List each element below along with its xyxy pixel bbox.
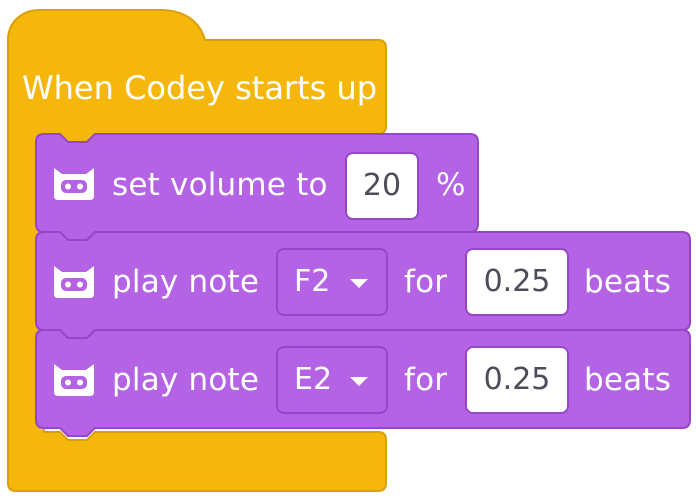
beats-value-input[interactable]: 0.25	[465, 346, 569, 414]
volume-percent-label: %	[436, 167, 466, 203]
for-label: for	[404, 264, 448, 300]
beats-value-input[interactable]: 0.25	[465, 248, 569, 316]
set-volume-label: set volume to	[112, 167, 328, 203]
codey-robot-icon	[54, 266, 94, 298]
chevron-down-icon	[350, 377, 368, 386]
codey-robot-icon	[54, 168, 94, 200]
note-dropdown[interactable]: F2	[276, 248, 388, 316]
chevron-down-icon	[350, 279, 368, 288]
note-dropdown-value: E2	[294, 362, 333, 397]
play-note-label: play note	[112, 362, 260, 398]
note-dropdown-value: F2	[294, 264, 331, 299]
codey-robot-icon	[54, 364, 94, 396]
volume-value-input[interactable]: 20	[345, 152, 419, 220]
play-note-label: play note	[112, 264, 260, 300]
for-label: for	[404, 362, 448, 398]
beats-label: beats	[584, 362, 672, 398]
hat-block-label: When Codey starts up	[22, 69, 378, 107]
beats-label: beats	[584, 264, 672, 300]
note-dropdown[interactable]: E2	[276, 346, 388, 414]
